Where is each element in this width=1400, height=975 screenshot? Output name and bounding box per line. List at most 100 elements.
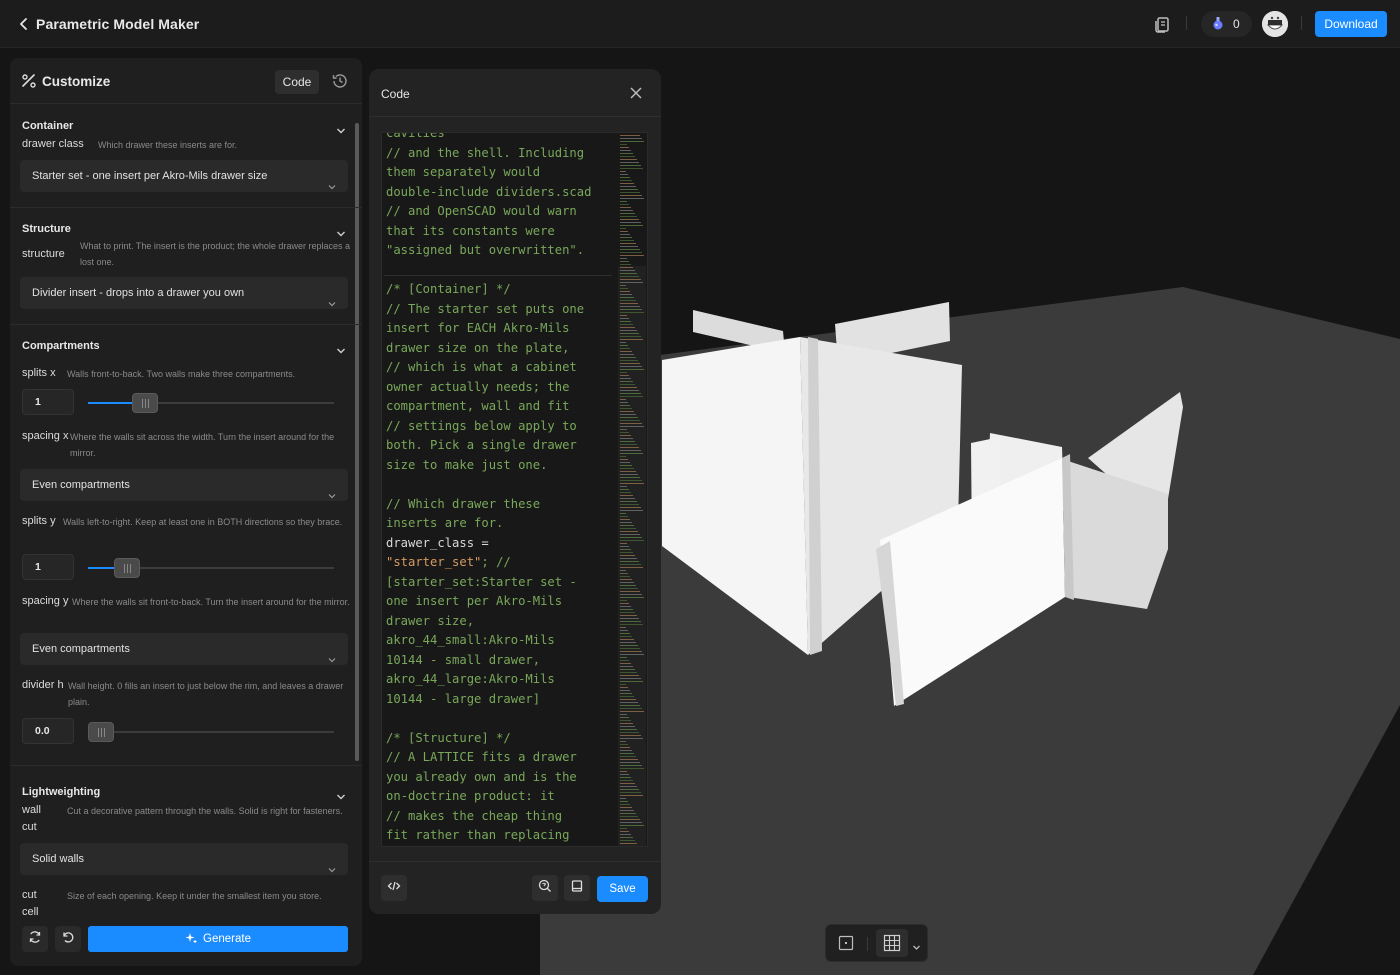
minimap-row (620, 534, 640, 535)
code-line[interactable]: 10144 - large drawer] (386, 690, 618, 710)
chevron-down-icon[interactable] (336, 343, 346, 354)
code-minimap[interactable] (618, 133, 647, 846)
code-line[interactable]: inserts are for. (386, 514, 618, 534)
splits-x-input[interactable]: 1 (22, 389, 74, 415)
splits-y-input[interactable]: 1 (22, 554, 74, 580)
minimap-row (620, 294, 632, 295)
minimap-row (620, 297, 634, 298)
code-line[interactable] (386, 709, 618, 729)
undo-button[interactable] (55, 926, 81, 952)
code-line[interactable]: cavities (386, 133, 618, 144)
search-code-button[interactable] (532, 875, 558, 901)
code-line[interactable]: // and the shell. Including (386, 144, 618, 164)
scrollbar[interactable] (355, 123, 359, 761)
code-line[interactable]: // Which drawer these (386, 495, 618, 515)
code-line[interactable] (386, 261, 618, 281)
code-line[interactable]: double-include dividers.scad (386, 183, 618, 203)
code-line[interactable]: // and OpenSCAD would warn (386, 202, 618, 222)
section-title-compartments[interactable]: Compartments (22, 340, 100, 352)
back-chevron-icon[interactable] (14, 14, 34, 34)
slider-thumb[interactable] (132, 393, 158, 413)
code-line[interactable]: // A LATTICE fits a drawer (386, 748, 618, 768)
generate-button[interactable]: Generate (88, 926, 348, 952)
code-line[interactable]: // which is what a cabinet (386, 358, 618, 378)
code-line[interactable]: "starter_set"; // (386, 553, 618, 573)
chevron-down-icon[interactable] (912, 939, 921, 957)
code-separator (384, 275, 612, 276)
chevron-down-icon[interactable] (336, 123, 346, 134)
code-line[interactable]: size to make just one. (386, 456, 618, 476)
minimap-row (620, 303, 638, 304)
code-line[interactable]: [starter_set:Starter set - (386, 573, 618, 593)
minimap-row (620, 414, 636, 415)
drawer-class-select[interactable]: Starter set - one insert per Akro-Mils d… (20, 160, 348, 192)
documents-icon[interactable] (1151, 12, 1173, 36)
chevron-down-icon[interactable] (336, 789, 346, 800)
code-line[interactable]: insert for EACH Akro-Mils (386, 319, 618, 339)
minimap-row (620, 723, 633, 724)
section-title-structure[interactable]: Structure (22, 223, 71, 235)
structure-select[interactable]: Divider insert - drops into a drawer you… (20, 277, 348, 309)
code-panel-title: Code (381, 87, 410, 101)
download-button[interactable]: Download (1315, 11, 1387, 37)
code-line[interactable]: drawer_class = (386, 534, 618, 554)
splits-x-slider[interactable] (88, 393, 334, 413)
code-line[interactable]: // settings below apply to (386, 417, 618, 437)
divider-h-input[interactable]: 0.0 (22, 718, 74, 744)
code-line[interactable]: 10144 - small drawer, (386, 651, 618, 671)
section-title-container[interactable]: Container (22, 120, 73, 132)
code-line[interactable]: on-doctrine product: it (386, 787, 618, 807)
minimap-row (620, 375, 629, 376)
minimap-row (620, 243, 636, 244)
minimap-row (620, 621, 641, 622)
credits-badge[interactable]: 0 (1201, 11, 1252, 37)
minimap-row (620, 732, 639, 733)
code-line[interactable]: compartment, wall and fit (386, 397, 618, 417)
code-line[interactable]: one insert per Akro-Mils (386, 592, 618, 612)
splits-y-slider[interactable] (88, 558, 334, 578)
code-line[interactable]: akro_44_large:Akro-Mils (386, 670, 618, 690)
docs-button[interactable] (564, 875, 590, 901)
user-avatar[interactable] (1262, 11, 1288, 37)
slider-thumb[interactable] (88, 722, 114, 742)
grid-icon[interactable] (876, 929, 908, 957)
code-line[interactable]: drawer size, (386, 612, 618, 632)
spacing-y-select[interactable]: Even compartments (20, 633, 348, 665)
chevron-down-icon[interactable] (336, 226, 346, 237)
frame-icon[interactable] (838, 935, 854, 956)
code-line[interactable]: /* [Structure] */ (386, 729, 618, 749)
spacing-x-select[interactable]: Even compartments (20, 469, 348, 501)
code-line[interactable]: "assigned but overwritten". (386, 241, 618, 261)
code-line[interactable]: you already own and is the (386, 768, 618, 788)
refresh-button[interactable] (22, 926, 48, 952)
select-value: Even compartments (32, 643, 130, 655)
code-editor[interactable]: cavities // and the shell. Including them … (381, 132, 648, 847)
code-line[interactable]: them separately would (386, 163, 618, 183)
minimap-row (620, 765, 642, 766)
wall-cut-select[interactable]: Solid walls (20, 843, 348, 875)
code-line[interactable]: one. A WHOLE drawer (386, 846, 618, 847)
code-line[interactable]: // makes the cheap thing (386, 807, 618, 827)
code-line[interactable]: fit rather than replacing (386, 826, 618, 846)
code-line[interactable]: /* [Container] */ (386, 280, 618, 300)
code-line[interactable]: drawer size on the plate, (386, 339, 618, 359)
close-icon[interactable] (629, 86, 643, 100)
code-toggle-button[interactable] (381, 875, 407, 901)
divider-h-slider[interactable] (88, 722, 334, 742)
code-button[interactable]: Code (275, 70, 319, 94)
code-line[interactable]: both. Pick a single drawer (386, 436, 618, 456)
minimap-row (620, 150, 631, 151)
save-button[interactable]: Save (597, 876, 648, 902)
parameters-list[interactable]: Container drawer class Which drawer thes… (10, 105, 362, 915)
history-icon[interactable] (331, 72, 349, 90)
section-title-lightweighting[interactable]: Lightweighting (22, 786, 100, 798)
code-line[interactable] (386, 475, 618, 495)
minimap-row (620, 675, 639, 676)
minimap-row (620, 639, 634, 640)
code-line[interactable]: that its constants were (386, 222, 618, 242)
slider-thumb[interactable] (114, 558, 141, 578)
code-line[interactable]: akro_44_small:Akro-Mils (386, 631, 618, 651)
code-line[interactable]: owner actually needs; the (386, 378, 618, 398)
code-line[interactable]: // The starter set puts one (386, 300, 618, 320)
code-lines[interactable]: cavities // and the shell. Including them … (386, 133, 618, 847)
